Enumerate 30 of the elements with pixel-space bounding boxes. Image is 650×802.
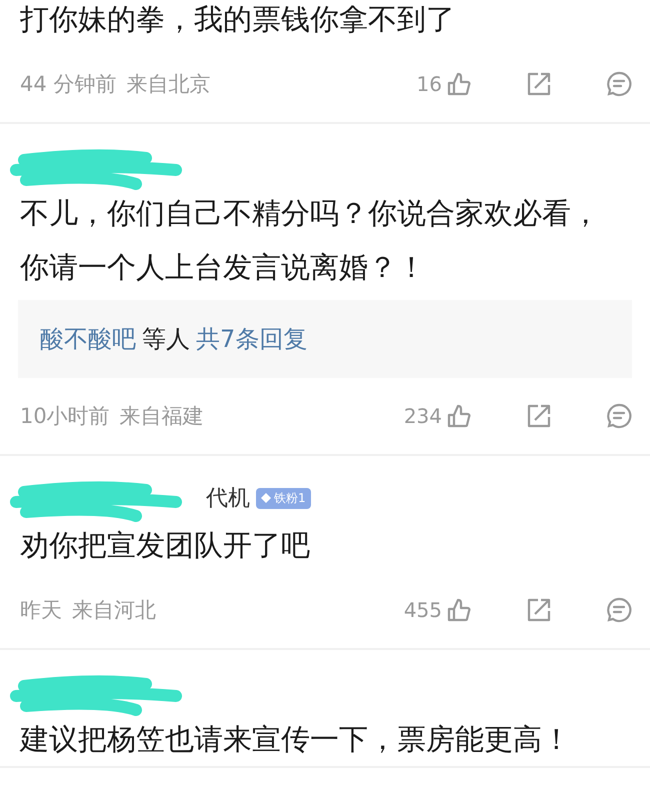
comment-icon[interactable] [606, 403, 632, 429]
comment-text: 打你妹的拳，我的票钱你拿不到了 [20, 1, 456, 38]
comment-text: 你请一个人上台发言说离婚？！ [20, 249, 427, 286]
thumbs-up-icon[interactable] [446, 597, 472, 623]
location: 来自北京 [126, 71, 210, 98]
thumbs-up-icon[interactable] [446, 403, 472, 429]
timestamp: 44 分钟前 [20, 71, 116, 98]
location: 来自河北 [72, 597, 156, 624]
username[interactable]: 代机 [206, 483, 250, 513]
reply-text: 等人 [142, 324, 190, 355]
share-icon[interactable] [526, 71, 552, 97]
timestamp: 昨天 [20, 597, 62, 624]
share-icon[interactable] [526, 597, 552, 623]
like-count: 234 [404, 404, 442, 428]
thumbs-up-icon[interactable] [446, 71, 472, 97]
reply-author[interactable]: 酸不酸吧 [40, 323, 136, 355]
fan-badge: 铁粉1 [256, 488, 311, 508]
comment-icon[interactable] [606, 71, 632, 97]
comment-icon[interactable] [606, 597, 632, 623]
comment-text: 劝你把宣发团队开了吧 [20, 527, 311, 564]
diamond-icon [261, 493, 271, 503]
comment-text: 不儿，你们自己不精分吗？你说合家欢必看， [20, 195, 601, 232]
location: 来自福建 [120, 403, 204, 430]
replies-panel[interactable]: 酸不酸吧 等人 共7条回复 [18, 300, 632, 378]
like-count: 455 [404, 598, 442, 622]
comment-text: 建议把杨笠也请来宣传一下，票房能更高！ [20, 721, 572, 758]
share-icon[interactable] [526, 403, 552, 429]
timestamp: 10小时前 [20, 403, 110, 430]
reply-count-link[interactable]: 共7条回复 [196, 323, 308, 355]
like-count: 16 [416, 72, 442, 96]
